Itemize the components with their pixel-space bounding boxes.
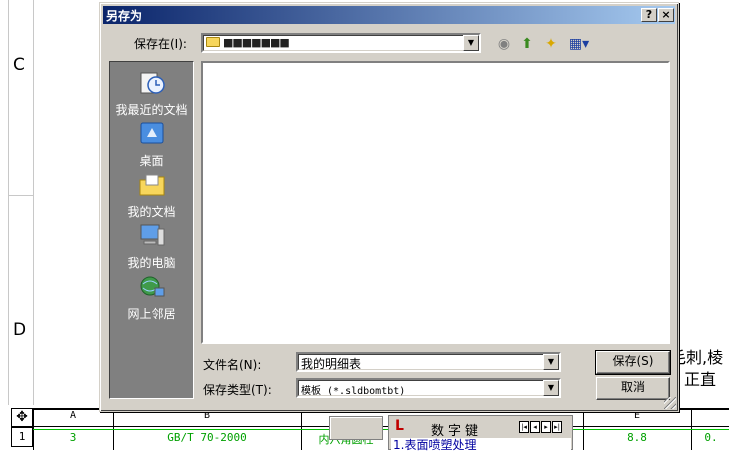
nav-prev-icon[interactable]: ◂	[530, 421, 540, 433]
zone-letter-c: C	[13, 55, 25, 75]
zone-letter-d: D	[13, 320, 27, 340]
network-places-icon	[140, 276, 164, 297]
place-my-computer[interactable]: 我的电脑	[110, 223, 193, 271]
help-button[interactable]: ?	[641, 8, 657, 22]
save-as-dialog: 另存为 ? × 保存在(I): ■■■■■■■ ▼ ◉ ⬆ ✦ ▦▾ 我最近的文…	[99, 2, 679, 412]
my-documents-icon	[139, 174, 164, 196]
places-bar: 我最近的文档 桌面 我的文档 我的电脑 网上邻居	[109, 61, 194, 399]
bom-cell-standard[interactable]: GB/T 70-2000	[113, 431, 301, 444]
keypad-titlebar: L 数字键 |◂ ◂ ▸ ▸|	[389, 418, 572, 439]
filename-chevron-down-icon[interactable]: ▼	[543, 354, 559, 370]
filetype-value: 模板 (*.sldbomtbt)	[301, 386, 406, 397]
place-recent-label: 我最近的文档	[115, 103, 188, 117]
bom-cell-qty[interactable]: 3	[33, 431, 113, 444]
dialog-titlebar[interactable]: 另存为 ? ×	[103, 6, 675, 24]
drawing-note-line2: 正直	[684, 370, 717, 389]
dialog-title: 另存为	[106, 9, 143, 23]
back-icon[interactable]: ◉	[493, 34, 515, 54]
nav-first-icon[interactable]: |◂	[519, 421, 529, 433]
recent-documents-icon	[140, 72, 165, 94]
folder-icon	[206, 37, 220, 47]
nav-last-icon[interactable]: ▸|	[552, 421, 562, 433]
my-computer-icon	[140, 224, 164, 246]
views-menu-icon[interactable]: ▦▾	[565, 34, 593, 54]
keypad-toolbar[interactable]: L 数字键 |◂ ◂ ▸ ▸| 1.表面喷塑处理	[388, 415, 573, 452]
filetype-dropdown[interactable]: 模板 (*.sldbomtbt) ▼	[296, 378, 561, 398]
drawing-border-left	[8, 0, 9, 405]
place-my-computer-label: 我的电脑	[127, 256, 176, 270]
up-folder-icon[interactable]: ⬆	[516, 34, 538, 54]
zone-divider	[8, 195, 33, 196]
save-in-label: 保存在(I):	[134, 37, 187, 51]
resize-grip-icon[interactable]	[664, 397, 676, 409]
place-network-label: 网上邻居	[127, 307, 176, 321]
bom-cell-last[interactable]: 0.	[691, 431, 729, 444]
filetype-chevron-down-icon[interactable]: ▼	[543, 380, 559, 396]
save-in-dropdown[interactable]: ■■■■■■■ ▼	[201, 33, 481, 53]
cancel-button[interactable]: 取消	[596, 377, 670, 400]
place-recent[interactable]: 我最近的文档	[110, 70, 193, 118]
filename-value: 我的明细表	[301, 357, 362, 371]
keypad-nav: |◂ ◂ ▸ ▸|	[519, 421, 562, 434]
place-my-documents-label: 我的文档	[127, 205, 176, 219]
filename-input[interactable]: 我的明细表 ▼	[296, 352, 561, 372]
chevron-down-icon[interactable]: ▼	[463, 35, 479, 51]
place-desktop-label: 桌面	[139, 154, 164, 168]
nav-next-icon[interactable]: ▸	[541, 421, 551, 433]
floating-toolbar-button[interactable]	[329, 416, 383, 440]
filename-label: 文件名(N):	[203, 358, 262, 372]
bom-cell-grade[interactable]: 8.8	[583, 431, 691, 444]
table-move-handle-icon[interactable]: ✥	[11, 408, 33, 427]
keypad-title: 数字键	[431, 424, 483, 439]
desktop-icon	[140, 122, 163, 144]
drawing-border-inner	[33, 0, 34, 405]
place-network[interactable]: 网上邻居	[110, 274, 193, 322]
bom-row-number[interactable]: 1	[11, 427, 33, 447]
save-in-value: ■■■■■■■	[223, 36, 290, 49]
close-button[interactable]: ×	[658, 8, 674, 22]
save-button[interactable]: 保存(S)	[595, 350, 671, 375]
new-folder-icon[interactable]: ✦	[540, 34, 562, 54]
keypad-logo-icon: L	[395, 418, 404, 434]
file-list[interactable]	[201, 61, 670, 344]
filetype-label: 保存类型(T):	[203, 383, 272, 397]
place-desktop[interactable]: 桌面	[110, 121, 193, 169]
place-my-documents[interactable]: 我的文档	[110, 172, 193, 220]
